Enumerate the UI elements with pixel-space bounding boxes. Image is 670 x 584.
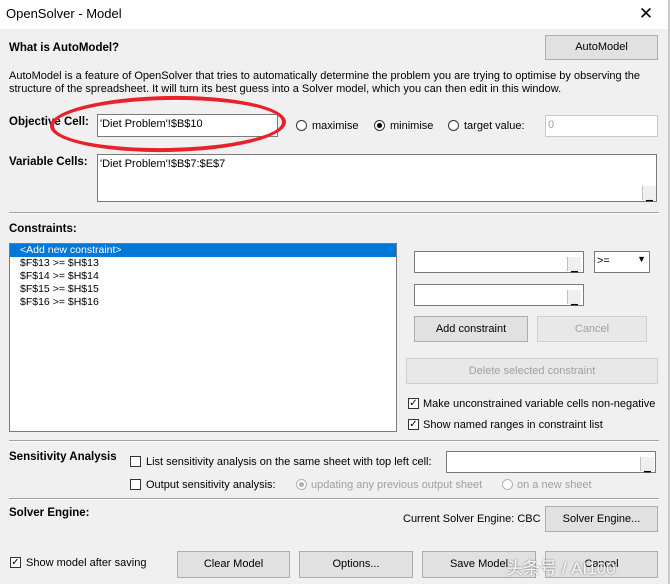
maximise-label: maximise — [312, 120, 359, 132]
close-icon[interactable]: ✕ — [632, 4, 660, 24]
annotation-ellipse — [49, 93, 287, 155]
updating-sheet-radio[interactable] — [296, 479, 307, 490]
chevron-down-icon: ▼ — [637, 254, 646, 264]
output-sensitivity-label: Output sensitivity analysis: — [146, 479, 276, 491]
constraints-label: Constraints: — [9, 223, 77, 235]
cancel-constraint-button[interactable]: Cancel — [537, 316, 647, 342]
nonneg-label: Make unconstrained variable cells non-ne… — [423, 398, 656, 410]
constraint-rhs-input[interactable] — [414, 284, 584, 306]
separator — [9, 498, 659, 500]
options-button[interactable]: Options... — [299, 551, 413, 578]
sensitivity-cell-input[interactable] — [446, 451, 656, 473]
new-sheet-radio[interactable] — [502, 479, 513, 490]
automodel-button[interactable]: AutoModel — [545, 35, 658, 60]
title-bar: OpenSolver - Model ✕ — [0, 0, 670, 29]
constraint-lhs-input[interactable] — [414, 251, 584, 273]
rhs-picker-icon[interactable]: ▁ — [567, 290, 581, 305]
list-item[interactable]: $F$15 >= $H$15 — [10, 283, 396, 296]
sensitivity-picker-icon[interactable]: ▁ — [640, 457, 654, 472]
variable-cells-input[interactable]: 'Diet Problem'!$B$7:$E$7 — [97, 154, 657, 202]
relation-select[interactable]: >= ▼ — [594, 251, 650, 273]
list-item[interactable]: <Add new constraint> — [10, 244, 396, 257]
list-item[interactable]: $F$13 >= $H$13 — [10, 257, 396, 270]
same-sheet-label: List sensitivity analysis on the same sh… — [146, 456, 432, 468]
lhs-picker-icon[interactable]: ▁ — [567, 257, 581, 272]
list-item[interactable]: $F$14 >= $H$14 — [10, 270, 396, 283]
current-engine-text: Current Solver Engine: CBC — [403, 513, 541, 525]
separator — [9, 212, 659, 214]
target-value-label: target value: — [464, 120, 525, 132]
same-sheet-checkbox[interactable] — [130, 456, 141, 467]
show-model-label: Show model after saving — [26, 557, 147, 569]
solver-engine-button[interactable]: Solver Engine... — [545, 506, 658, 532]
variable-cells-picker-icon[interactable]: ▁ — [642, 186, 656, 201]
named-ranges-checkbox[interactable]: ✓ — [408, 419, 419, 430]
add-constraint-button[interactable]: Add constraint — [414, 316, 528, 342]
automodel-description: AutoModel is a feature of OpenSolver tha… — [9, 70, 640, 95]
solver-engine-label: Solver Engine: — [9, 507, 90, 519]
delete-constraint-button[interactable]: Delete selected constraint — [406, 358, 658, 384]
opensolver-model-dialog: OpenSolver - Model ✕ What is AutoModel? … — [0, 0, 670, 584]
output-sensitivity-checkbox[interactable] — [130, 479, 141, 490]
minimise-label: minimise — [390, 120, 434, 132]
variable-cells-label: Variable Cells: — [9, 156, 88, 168]
clear-model-button[interactable]: Clear Model — [177, 551, 290, 578]
sensitivity-label: Sensitivity Analysis — [9, 451, 117, 463]
separator — [9, 440, 659, 442]
updating-sheet-label: updating any previous output sheet — [311, 479, 483, 491]
minimise-radio[interactable] — [374, 120, 385, 131]
window-title: OpenSolver - Model — [6, 6, 122, 21]
target-value-input[interactable]: 0 — [545, 115, 658, 137]
named-ranges-label: Show named ranges in constraint list — [423, 419, 603, 431]
show-model-checkbox[interactable]: ✓ — [10, 557, 21, 568]
new-sheet-label: on a new sheet — [517, 479, 592, 491]
maximise-radio[interactable] — [296, 120, 307, 131]
list-item[interactable]: $F$16 >= $H$16 — [10, 296, 396, 309]
automodel-heading: What is AutoModel? — [9, 42, 120, 54]
target-value-radio[interactable] — [448, 120, 459, 131]
nonneg-checkbox[interactable]: ✓ — [408, 398, 419, 409]
constraints-list[interactable]: <Add new constraint> $F$13 >= $H$13 $F$1… — [9, 243, 397, 432]
watermark: 头条号 / AI100 — [506, 559, 616, 578]
relation-value: >= — [597, 255, 610, 267]
